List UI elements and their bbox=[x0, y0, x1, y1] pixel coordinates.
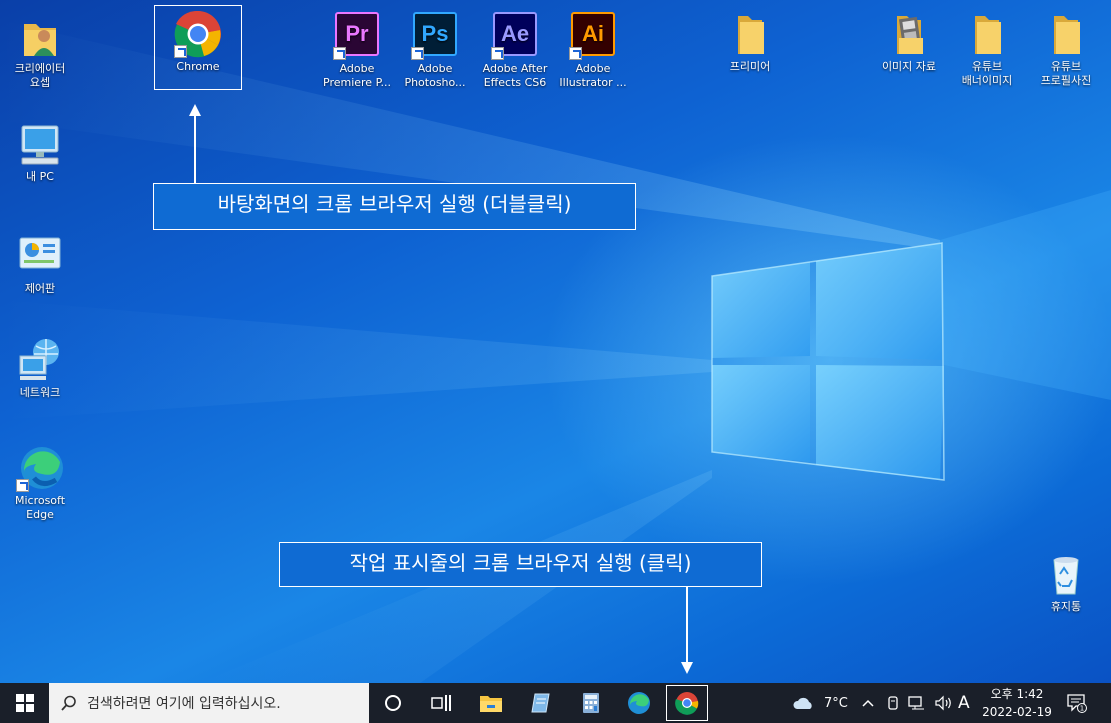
volume-button[interactable] bbox=[934, 683, 956, 723]
cortana-button[interactable] bbox=[372, 683, 414, 723]
icon-label: 제어판 bbox=[24, 282, 56, 295]
calculator-icon bbox=[583, 693, 599, 713]
desktop-icon-control-panel[interactable]: 제어판 bbox=[1, 232, 79, 296]
clock-time: 오후 1:42 bbox=[990, 687, 1044, 701]
ime-label: A bbox=[958, 693, 970, 713]
chevron-up-icon bbox=[862, 699, 874, 707]
icon-label: Adobe Photosho... bbox=[404, 62, 466, 89]
control-panel-icon bbox=[19, 237, 61, 269]
notepad-icon bbox=[531, 693, 550, 713]
desktop-icon-this-pc[interactable]: 내 PC bbox=[1, 120, 79, 184]
user-folder-icon bbox=[24, 24, 56, 56]
icon-label: 내 PC bbox=[26, 170, 54, 183]
icon-label: 이미지 자료 bbox=[881, 60, 937, 73]
network-icon bbox=[19, 339, 59, 380]
desktop-icon-chrome[interactable]: Chrome bbox=[159, 10, 237, 74]
icon-label: 프리미어 bbox=[729, 60, 771, 73]
shortcut-arrow-icon bbox=[411, 47, 424, 60]
taskbar-calculator[interactable] bbox=[570, 683, 612, 723]
taskbar-edge[interactable] bbox=[618, 683, 660, 723]
desktop-icon-recycle-bin[interactable]: 휴지통 bbox=[1027, 550, 1105, 614]
notification-icon: 1 bbox=[1067, 694, 1087, 713]
icon-label: Adobe Illustrator ... bbox=[559, 62, 627, 89]
icon-label: 유튜브 배너이미지 bbox=[961, 60, 1013, 87]
search-icon bbox=[61, 695, 76, 711]
folder-icon bbox=[975, 16, 1001, 54]
edge-icon bbox=[628, 692, 650, 714]
shortcut-arrow-icon bbox=[569, 47, 582, 60]
search-box[interactable]: 검색하려면 여기에 입력하십시오. bbox=[49, 683, 369, 723]
desktop-icon-after-effects[interactable]: Ae Adobe After Effects CS6 bbox=[476, 10, 554, 90]
task-view-button[interactable] bbox=[420, 683, 462, 723]
show-hidden-icons-button[interactable] bbox=[862, 683, 878, 723]
desktop-icon-creator[interactable]: 크리에이터 요셉 bbox=[1, 12, 79, 90]
desktop-icon-youtube-banner[interactable]: 유튜브 배너이미지 bbox=[948, 10, 1026, 88]
meet-now-button[interactable] bbox=[886, 683, 904, 723]
icon-label: 유튜브 프로필사진 bbox=[1040, 60, 1092, 87]
shortcut-arrow-icon bbox=[16, 479, 29, 492]
search-placeholder: 검색하려면 여기에 입력하십시오. bbox=[87, 696, 281, 712]
shortcut-arrow-icon bbox=[333, 47, 346, 60]
icon-label: Microsoft Edge bbox=[14, 494, 66, 521]
weather-widget[interactable]: 7°C bbox=[792, 683, 848, 723]
desktop-icon-image-folder[interactable]: 이미지 자료 bbox=[870, 10, 948, 74]
icon-label: 휴지통 bbox=[1050, 600, 1082, 613]
desktop-icon-edge[interactable]: Microsoft Edge bbox=[1, 444, 79, 522]
icon-label: 크리에이터 요셉 bbox=[14, 62, 66, 89]
desktop-icon-photoshop[interactable]: Ps Adobe Photosho... bbox=[396, 10, 474, 90]
folder-icon bbox=[738, 16, 764, 54]
desktop-icon-premiere-folder[interactable]: 프리미어 bbox=[711, 10, 789, 74]
shortcut-arrow-icon bbox=[174, 45, 187, 58]
desktop[interactable]: 크리에이터 요셉 Chrome Pr Adobe Premiere P... P… bbox=[0, 0, 1111, 683]
cloud-icon bbox=[793, 697, 812, 709]
windows-logo-icon bbox=[15, 694, 34, 712]
shortcut-arrow-icon bbox=[491, 47, 504, 60]
down-arrow-icon bbox=[681, 662, 693, 674]
desktop-icon-network[interactable]: 네트워크 bbox=[1, 336, 79, 400]
icon-label: Adobe Premiere P... bbox=[323, 62, 391, 89]
taskbar-notepad[interactable] bbox=[520, 683, 562, 723]
icon-label: Adobe After Effects CS6 bbox=[482, 62, 548, 89]
network-wired-icon bbox=[908, 696, 924, 710]
chrome-icon bbox=[675, 692, 699, 715]
weather-temperature: 7°C bbox=[824, 695, 848, 711]
recycle-bin-icon bbox=[1053, 557, 1079, 595]
clock-date: 2022-02-19 bbox=[982, 705, 1052, 719]
desktop-icon-illustrator[interactable]: Ai Adobe Illustrator ... bbox=[554, 10, 632, 90]
desktop-icon-premiere[interactable]: Pr Adobe Premiere P... bbox=[318, 10, 396, 90]
taskbar-chrome[interactable] bbox=[666, 685, 708, 721]
computer-icon bbox=[21, 125, 59, 165]
start-button[interactable] bbox=[0, 683, 49, 723]
image-folder-icon bbox=[897, 16, 923, 54]
network-status-button[interactable] bbox=[908, 683, 930, 723]
arrow-line bbox=[194, 115, 196, 183]
desktop-icon-youtube-profile[interactable]: 유튜브 프로필사진 bbox=[1027, 10, 1105, 88]
icon-label: 네트워크 bbox=[19, 386, 61, 399]
taskbar-file-explorer[interactable] bbox=[470, 683, 512, 723]
speaker-icon bbox=[935, 695, 951, 711]
folder-icon bbox=[1054, 16, 1080, 54]
device-icon bbox=[888, 696, 898, 710]
arrow-line bbox=[686, 587, 688, 662]
file-explorer-icon bbox=[480, 696, 502, 712]
action-center-button[interactable]: 1 bbox=[1066, 683, 1092, 723]
task-view-icon bbox=[431, 695, 451, 711]
taskbar: 검색하려면 여기에 입력하십시오. 7°C A 오후 1:42 2022-02-… bbox=[0, 683, 1111, 723]
callout-taskbar-chrome: 작업 표시줄의 크롬 브라우저 실행 (클릭) bbox=[279, 542, 762, 587]
icon-label: Chrome bbox=[176, 60, 220, 73]
cortana-icon bbox=[385, 695, 401, 711]
notification-count: 1 bbox=[1080, 705, 1084, 713]
callout-desktop-chrome: 바탕화면의 크롬 브라우저 실행 (더블클릭) bbox=[153, 183, 636, 230]
clock[interactable]: 오후 1:42 2022-02-19 bbox=[978, 685, 1056, 721]
input-method-indicator[interactable]: A bbox=[958, 683, 974, 723]
